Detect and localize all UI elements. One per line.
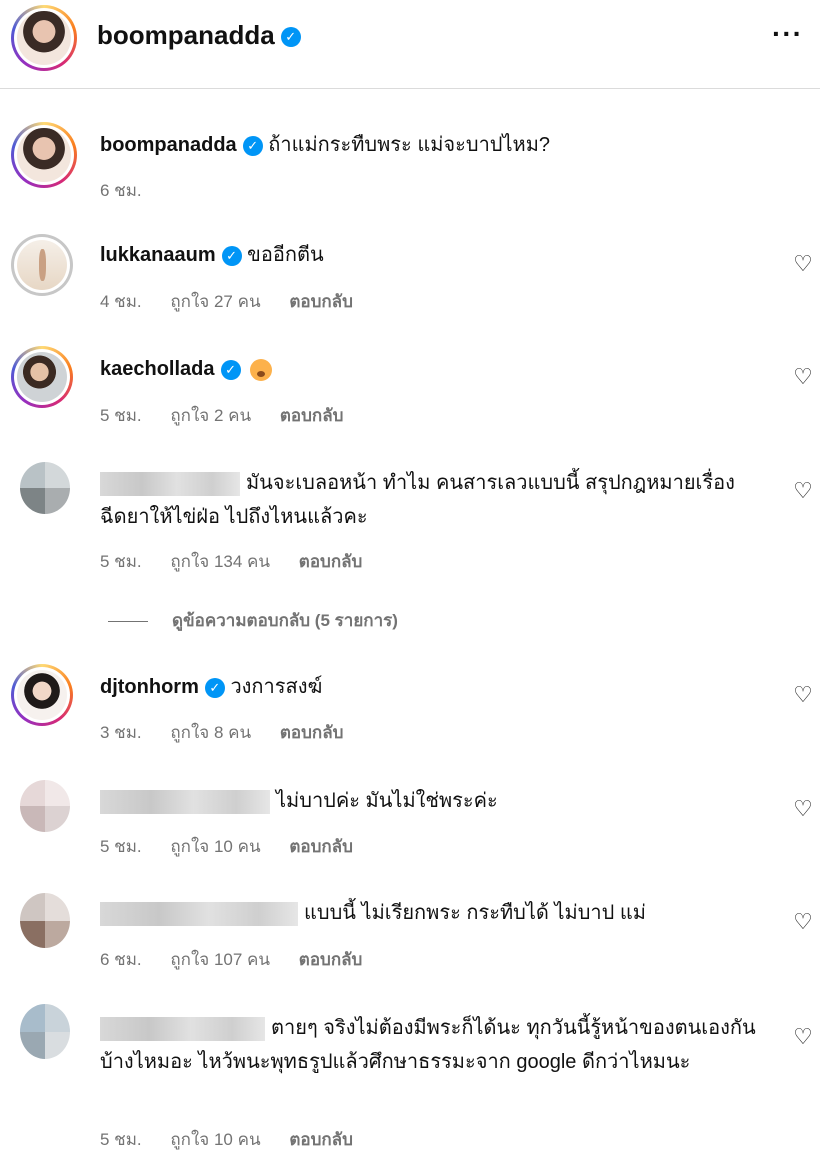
comment-likes[interactable]: ถูกใจ 10 คน — [170, 837, 260, 856]
comment-likes[interactable]: ถูกใจ 107 คน — [170, 950, 270, 969]
caption-avatar[interactable] — [11, 122, 77, 188]
caption-text: boompanadda ✓ ถ้าแม่กระทืบพระ แม่จะบาปไหม… — [100, 128, 760, 162]
reply-button[interactable]: ตอบกลับ — [299, 552, 363, 571]
comment-text: djtonhorm ✓ วงการสงฆ์ — [100, 670, 760, 704]
comment-meta: 6 ชม. ถูกใจ 107 คน ตอบกลับ — [100, 946, 386, 973]
blurred-username[interactable] — [100, 789, 270, 814]
comment-time: 3 ชม. — [100, 723, 142, 742]
comment-text: มันจะเบลอหน้า ทำไม คนสารเลวแบบนี้ สรุปกฎ… — [100, 466, 760, 534]
view-replies-label: ดูข้อความตอบกลับ (5 รายการ) — [172, 611, 398, 630]
comment-avatar[interactable] — [11, 346, 73, 408]
comment-likes[interactable]: ถูกใจ 10 คน — [170, 1130, 260, 1149]
comment-time: 5 ชม. — [100, 837, 142, 856]
comment-time: 6 ชม. — [100, 950, 142, 969]
verified-badge-icon: ✓ — [220, 359, 241, 380]
comment-meta: 5 ชม. ถูกใจ 2 คน ตอบกลับ — [100, 402, 367, 429]
comment-time: 5 ชม. — [100, 406, 142, 425]
comment-meta: 5 ชม. ถูกใจ 134 คน ตอบกลับ — [100, 548, 386, 575]
comment-text: ตายๆ จริงไม่ต้องมีพระก็ได้นะ ทุกวันนี้รู… — [100, 1011, 760, 1079]
comment-body: วงการสงฆ์ — [230, 676, 323, 698]
heart-outline-icon[interactable]: ♡ — [792, 480, 814, 502]
blurred-avatar[interactable] — [20, 1004, 70, 1059]
reply-button[interactable]: ตอบกลับ — [289, 292, 353, 311]
verified-badge-icon: ✓ — [204, 677, 225, 698]
reply-button[interactable]: ตอบกลับ — [299, 950, 363, 969]
more-horizontal-icon[interactable]: ··· — [772, 18, 803, 50]
caption-time: 6 ชม. — [100, 181, 142, 200]
comment-meta: 5 ชม. ถูกใจ 10 คน ตอบกลับ — [100, 1126, 377, 1153]
blurred-avatar[interactable] — [20, 462, 70, 514]
comment-username[interactable]: kaechollada — [100, 358, 215, 380]
header-username-row: boompanadda ✓ — [97, 20, 301, 51]
reply-button[interactable]: ตอบกลับ — [280, 406, 344, 425]
comment-time: 4 ชม. — [100, 292, 142, 311]
comment-meta: 3 ชม. ถูกใจ 8 คน ตอบกลับ — [100, 719, 367, 746]
heart-outline-icon[interactable]: ♡ — [792, 1026, 814, 1048]
heart-outline-icon[interactable]: ♡ — [792, 253, 814, 275]
comment-meta: 5 ชม. ถูกใจ 10 คน ตอบกลับ — [100, 833, 377, 860]
comment-text: lukkanaaum ✓ ขออีกตีน — [100, 238, 760, 272]
view-replies-button[interactable]: ดูข้อความตอบกลับ (5 รายการ) — [108, 607, 398, 634]
reply-button[interactable]: ตอบกลับ — [289, 837, 353, 856]
comment-text: แบบนี้ ไม่เรียกพระ กระทืบได้ ไม่บาป แม่ — [100, 896, 760, 930]
blurred-username[interactable] — [100, 471, 240, 496]
blurred-avatar[interactable] — [20, 780, 70, 832]
comment-body: ขออีกตีน — [247, 244, 324, 266]
reply-button[interactable]: ตอบกลับ — [289, 1130, 353, 1149]
blurred-username[interactable] — [100, 901, 298, 926]
comment-meta: 4 ชม. ถูกใจ 27 คน ตอบกลับ — [100, 288, 377, 315]
comment-avatar[interactable] — [11, 234, 73, 296]
comment-likes[interactable]: ถูกใจ 8 คน — [170, 723, 251, 742]
caption-body: ถ้าแม่กระทืบพระ แม่จะบาปไหม? — [268, 134, 551, 156]
comment-likes[interactable]: ถูกใจ 27 คน — [170, 292, 260, 311]
caption-meta: 6 ชม. — [100, 177, 166, 204]
comment-username[interactable]: lukkanaaum — [100, 244, 216, 266]
comment-avatar[interactable] — [11, 664, 73, 726]
blurred-username[interactable] — [100, 1016, 265, 1041]
comment-text: ไม่บาปค่ะ มันไม่ใช่พระค่ะ — [100, 784, 760, 818]
comment-body: ไม่บาปค่ะ มันไม่ใช่พระค่ะ — [276, 790, 498, 812]
heart-outline-icon[interactable]: ♡ — [792, 366, 814, 388]
heart-outline-icon[interactable]: ♡ — [792, 798, 814, 820]
comment-likes[interactable]: ถูกใจ 2 คน — [170, 406, 251, 425]
header-avatar[interactable] — [11, 5, 77, 71]
blurred-avatar[interactable] — [20, 893, 70, 948]
comment-body: แบบนี้ ไม่เรียกพระ กระทืบได้ ไม่บาป แม่ — [304, 902, 646, 924]
divider-line — [108, 621, 148, 623]
verified-badge-icon: ✓ — [221, 245, 242, 266]
comment-likes[interactable]: ถูกใจ 134 คน — [170, 552, 270, 571]
face-emoji-icon — [250, 358, 273, 381]
verified-badge-icon: ✓ — [280, 27, 301, 48]
reply-button[interactable]: ตอบกลับ — [280, 723, 344, 742]
caption-username[interactable]: boompanadda — [100, 134, 237, 156]
comment-time: 5 ชม. — [100, 1130, 142, 1149]
heart-outline-icon[interactable]: ♡ — [792, 911, 814, 933]
heart-outline-icon[interactable]: ♡ — [792, 684, 814, 706]
comment-text: kaechollada ✓ — [100, 352, 760, 386]
comment-username[interactable]: djtonhorm — [100, 676, 199, 698]
comment-time: 5 ชม. — [100, 552, 142, 571]
verified-badge-icon: ✓ — [242, 135, 263, 156]
post-header: boompanadda ✓ ··· — [0, 0, 820, 89]
header-username[interactable]: boompanadda — [97, 20, 275, 50]
